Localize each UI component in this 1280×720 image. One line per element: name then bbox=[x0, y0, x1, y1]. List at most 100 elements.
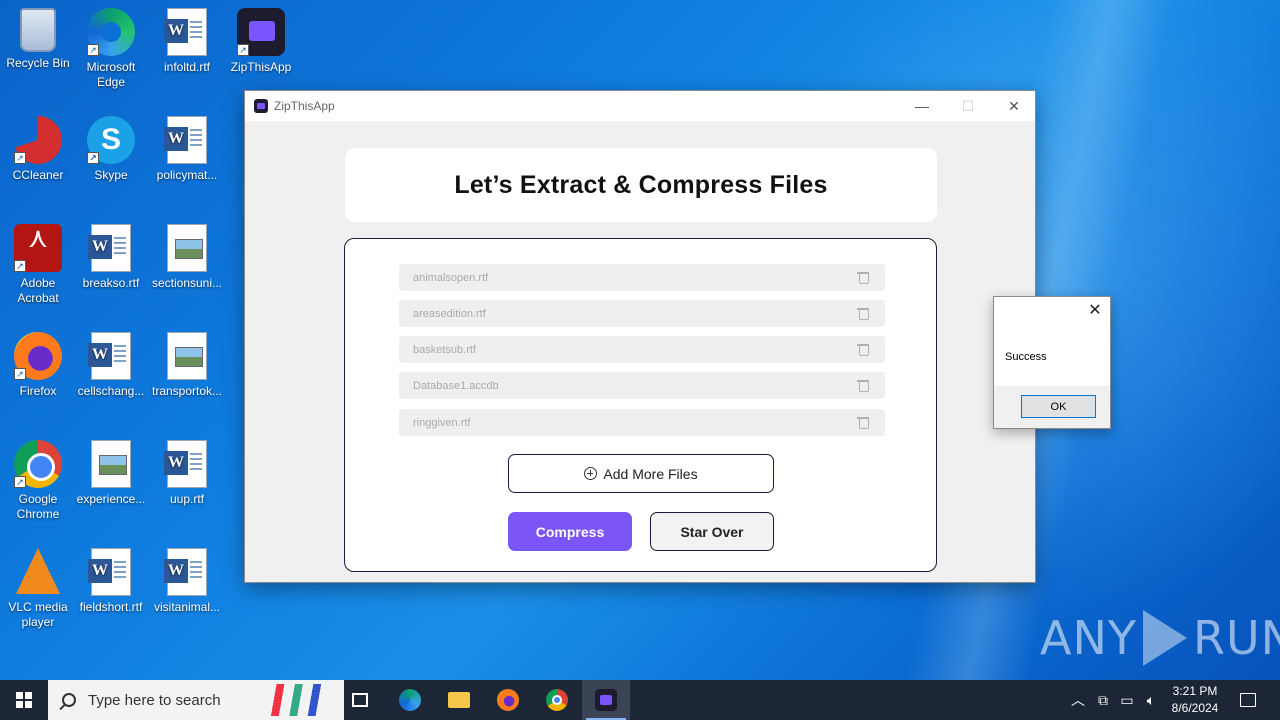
word-document-icon bbox=[164, 116, 207, 164]
notification-icon bbox=[1240, 693, 1256, 707]
acrobat-icon: ↗ bbox=[14, 224, 62, 272]
desktop-icon-label: fieldshort.rtf bbox=[79, 600, 143, 614]
shortcut-arrow-icon: ↗ bbox=[14, 368, 26, 380]
taskbar-chrome[interactable] bbox=[533, 680, 581, 720]
word-document-icon bbox=[164, 548, 207, 596]
desktop-icon-acrobat[interactable]: ↗ Adobe Acrobat bbox=[0, 224, 76, 306]
trash-icon[interactable] bbox=[857, 416, 869, 429]
volume-icon[interactable]: 🔈︎ bbox=[1141, 680, 1161, 720]
file-row: areasedition.rtf bbox=[399, 300, 885, 327]
clock-time: 3:21 PM bbox=[1172, 684, 1218, 698]
image-file-icon bbox=[167, 332, 207, 380]
ccleaner-icon: ↗ bbox=[14, 116, 62, 164]
desktop-icon-label: policymat... bbox=[156, 168, 218, 182]
desktop-icon-label: Microsoft Edge bbox=[86, 60, 136, 89]
zipthisapp-window: ZipThisApp — ☐ ✕ Let’s Extract & Compres… bbox=[244, 90, 1036, 583]
desktop-icon-visitanimal[interactable]: visitanimal... bbox=[149, 548, 225, 615]
watermark-right-text: RUN bbox=[1192, 611, 1280, 665]
desktop-icon-policymat[interactable]: policymat... bbox=[149, 116, 225, 183]
add-more-files-button[interactable]: Add More Files bbox=[508, 454, 774, 493]
desktop-icon-vlc[interactable]: VLC media player bbox=[0, 548, 76, 630]
desktop-icon-transportok[interactable]: transportok... bbox=[149, 332, 225, 399]
close-button[interactable]: ✕ bbox=[991, 91, 1037, 121]
search-placeholder: Type here to search bbox=[88, 691, 221, 709]
ok-button[interactable]: OK bbox=[1021, 395, 1096, 418]
word-document-icon bbox=[164, 440, 207, 488]
compress-button[interactable]: Compress bbox=[508, 512, 632, 551]
skype-icon: S ↗ bbox=[87, 116, 135, 164]
taskbar-edge[interactable] bbox=[386, 680, 434, 720]
trash-icon[interactable] bbox=[857, 271, 869, 284]
desktop-icon-label: Skype bbox=[94, 168, 128, 182]
shortcut-arrow-icon: ↗ bbox=[14, 152, 26, 164]
taskbar-search[interactable]: Type here to search bbox=[48, 680, 344, 720]
success-dialog: ✕ Success OK bbox=[993, 296, 1111, 429]
desktop-icon-breakso[interactable]: breakso.rtf bbox=[73, 224, 149, 291]
desktop-icon-label: breakso.rtf bbox=[82, 276, 140, 290]
taskbar-clock[interactable]: 3:21 PM 8/6/2024 bbox=[1160, 683, 1230, 717]
chrome-icon bbox=[546, 689, 568, 711]
search-icon bbox=[62, 693, 76, 707]
dialog-footer: OK bbox=[994, 386, 1110, 428]
desktop-icon-label: infoltd.rtf bbox=[163, 60, 211, 74]
desktop-icon-cellschang[interactable]: cellschang... bbox=[73, 332, 149, 399]
edge-icon: ↗ bbox=[87, 8, 135, 56]
plus-circle-icon bbox=[584, 467, 598, 480]
desktop-icon-recycle-bin[interactable]: Recycle Bin bbox=[0, 8, 76, 71]
desktop-icon-sectionsuni[interactable]: sectionsuni... bbox=[149, 224, 225, 291]
zipthisapp-icon bbox=[254, 99, 268, 113]
trash-icon[interactable] bbox=[857, 307, 869, 320]
minimize-button[interactable]: — bbox=[899, 91, 945, 121]
image-file-icon bbox=[167, 224, 207, 272]
notification-button[interactable] bbox=[1236, 680, 1260, 720]
desktop-icon-label: Adobe Acrobat bbox=[17, 276, 59, 305]
tray-chevron[interactable]: ︿ bbox=[1068, 680, 1088, 720]
taskbar: Type here to search ︿ ⧉ ▭ 🔈︎ 3:21 PM 8/6… bbox=[0, 680, 1280, 720]
desktop-icon-infoltd[interactable]: infoltd.rtf bbox=[149, 8, 225, 75]
vlc-icon bbox=[16, 548, 60, 594]
task-view-icon bbox=[352, 693, 368, 707]
network-icon[interactable]: ▭ bbox=[1117, 680, 1137, 720]
windows-logo-icon bbox=[16, 692, 32, 708]
maximize-button[interactable]: ☐ bbox=[945, 91, 991, 121]
desktop-icon-experience[interactable]: experience... bbox=[73, 440, 149, 507]
add-more-files-label: Add More Files bbox=[603, 465, 698, 482]
start-over-button[interactable]: Star Over bbox=[650, 512, 774, 551]
taskbar-file-explorer[interactable] bbox=[435, 680, 483, 720]
trash-icon[interactable] bbox=[857, 343, 869, 356]
recycle-bin-icon bbox=[20, 8, 56, 52]
firefox-icon: ↗ bbox=[14, 332, 62, 380]
desktop-icon-skype[interactable]: S ↗ Skype bbox=[73, 116, 149, 183]
file-name: basketsub.rtf bbox=[413, 343, 476, 356]
word-document-icon bbox=[88, 224, 131, 272]
desktop-icon-label: CCleaner bbox=[12, 168, 64, 182]
desktop-icon-label: visitanimal... bbox=[153, 600, 221, 614]
search-highlight-icon bbox=[270, 684, 330, 716]
window-titlebar[interactable]: ZipThisApp — ☐ ✕ bbox=[245, 91, 1035, 121]
dialog-message: Success bbox=[1005, 351, 1047, 363]
trash-icon[interactable] bbox=[857, 379, 869, 392]
tray-device-icon[interactable]: ⧉ bbox=[1094, 680, 1112, 720]
dialog-close-button[interactable]: ✕ bbox=[1086, 302, 1104, 320]
desktop-icon-label: ZipThisApp bbox=[230, 60, 292, 74]
folder-icon bbox=[448, 692, 470, 708]
taskbar-firefox[interactable] bbox=[484, 680, 532, 720]
start-button[interactable] bbox=[0, 680, 48, 720]
desktop-icon-ccleaner[interactable]: ↗ CCleaner bbox=[0, 116, 76, 183]
desktop-icon-fieldshort[interactable]: fieldshort.rtf bbox=[73, 548, 149, 615]
desktop-icon-label: experience... bbox=[76, 492, 146, 506]
zipthisapp-icon: ↗ bbox=[237, 8, 285, 56]
file-row: basketsub.rtf bbox=[399, 336, 885, 363]
taskbar-task-view[interactable] bbox=[336, 680, 384, 720]
desktop-icon-label: Google Chrome bbox=[16, 492, 60, 521]
desktop-icon-uup[interactable]: uup.rtf bbox=[149, 440, 225, 507]
shortcut-arrow-icon: ↗ bbox=[87, 152, 99, 164]
desktop-icon-edge[interactable]: ↗ Microsoft Edge bbox=[73, 8, 149, 90]
word-document-icon bbox=[88, 548, 131, 596]
desktop-icon-chrome[interactable]: ↗ Google Chrome bbox=[0, 440, 76, 522]
desktop-icon-firefox[interactable]: ↗ Firefox bbox=[0, 332, 76, 399]
desktop-icon-zipthisapp[interactable]: ↗ ZipThisApp bbox=[223, 8, 299, 75]
taskbar-zipthisapp[interactable] bbox=[582, 680, 630, 720]
shortcut-arrow-icon: ↗ bbox=[14, 260, 26, 272]
desktop-icon-label: transportok... bbox=[151, 384, 223, 398]
